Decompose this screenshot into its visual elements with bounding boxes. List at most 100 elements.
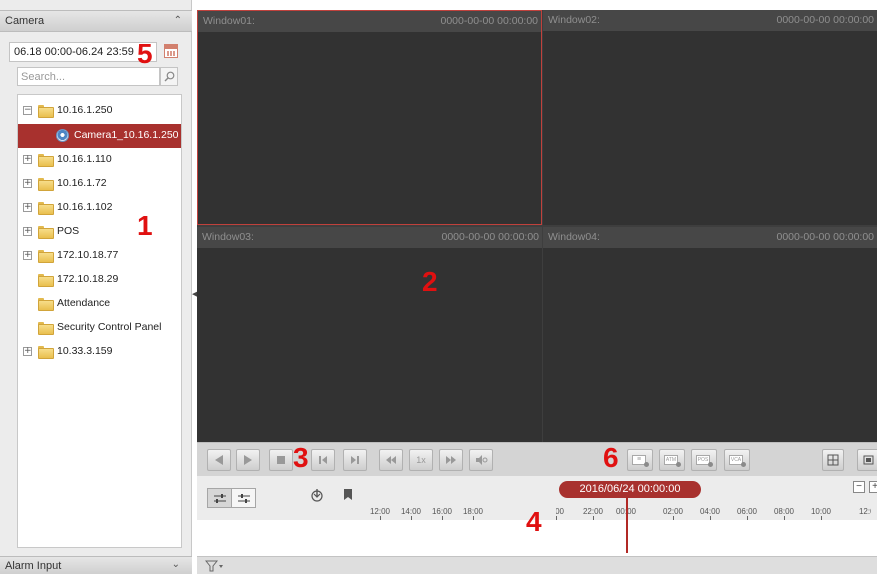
fast-forward-icon	[446, 456, 456, 464]
window-timestamp: 0000-00-00 00:00:00	[776, 231, 875, 243]
play-icon	[244, 455, 252, 465]
expand-toggle[interactable]: +	[23, 203, 32, 212]
timeline-tick-label: 08:00	[773, 507, 795, 516]
timeline-tick-label: 12:00	[369, 507, 391, 516]
frame-back-icon	[319, 456, 327, 464]
slow-down-button[interactable]	[379, 449, 403, 471]
window-timestamp: 0000-00-00 00:00:00	[440, 15, 539, 27]
frame-forward-button[interactable]	[343, 449, 367, 471]
timeline-tick-label: 14:00	[400, 507, 422, 516]
tree-node-10-16-1-110[interactable]: + 10.16.1.110	[18, 148, 181, 172]
video-window-1[interactable]: Window01: 0000-00-00 00:00:00	[197, 10, 542, 225]
search-button[interactable]	[160, 67, 178, 86]
window-layout-button[interactable]	[822, 449, 844, 471]
play-button[interactable]	[236, 449, 260, 471]
folder-icon	[38, 250, 54, 263]
volume-button[interactable]	[469, 449, 493, 471]
filter-icon[interactable]	[205, 560, 225, 572]
date-range-field[interactable]: 06.18 00:00-06.24 23:59	[9, 42, 157, 62]
tree-node-label: Security Control Panel	[57, 321, 162, 333]
timeline-tick-label: 20:00	[543, 507, 565, 516]
timeline-tick-label: 02:00	[662, 507, 684, 516]
timeline-tick-label: 06:00	[736, 507, 758, 516]
timeline-cursor[interactable]	[626, 498, 628, 553]
video-window-3[interactable]: Window03: 0000-00-00 00:00:00	[197, 227, 542, 442]
timeline-tick-label: 12:00	[858, 507, 877, 516]
current-datetime-badge: 2016/06/24 00:00:00	[559, 481, 701, 498]
download-icon[interactable]	[310, 488, 324, 502]
tree-node-security-control-panel[interactable]: Security Control Panel	[18, 316, 181, 340]
tree-node-172-10-18-77[interactable]: + 172.10.18.77	[18, 244, 181, 268]
tree-node-label: Camera1_10.16.1.250	[74, 129, 179, 141]
zoom-out-button[interactable]: −	[853, 481, 865, 493]
chevron-down-icon[interactable]: ⌄	[172, 559, 180, 570]
chevron-up-icon[interactable]: ⌃	[174, 15, 182, 26]
timeline-tick-label: 18:00	[462, 507, 484, 516]
sliders-icon	[214, 494, 226, 503]
expand-toggle[interactable]: +	[23, 155, 32, 164]
record-list-button[interactable]: ≡	[627, 449, 653, 471]
expand-toggle[interactable]: +	[23, 347, 32, 356]
speed-up-button[interactable]	[439, 449, 463, 471]
expand-toggle[interactable]: +	[23, 179, 32, 188]
zoom-in-button[interactable]: +	[869, 481, 877, 493]
folder-icon	[38, 105, 54, 118]
timeline-tick-label: 22:00	[582, 507, 604, 516]
window-name: Window02:	[548, 14, 600, 26]
video-window-2[interactable]: Window02: 0000-00-00 00:00:00	[543, 10, 877, 225]
stop-button[interactable]	[269, 449, 293, 471]
window-name: Window01:	[203, 15, 255, 27]
video-window-4[interactable]: Window04: 0000-00-00 00:00:00	[543, 227, 877, 442]
grid-layout-icon	[827, 454, 839, 466]
folder-icon	[38, 346, 54, 359]
fullscreen-button[interactable]	[857, 449, 877, 471]
reverse-play-icon	[215, 455, 223, 465]
timeline-mode-button-2[interactable]	[231, 488, 256, 508]
folder-icon	[38, 226, 54, 239]
collapse-toggle[interactable]: −	[23, 106, 32, 115]
window-name: Window04:	[548, 231, 600, 243]
timeline-mode-button-1[interactable]	[207, 488, 232, 508]
tree-node-10-33-3-159[interactable]: + 10.33.3.159	[18, 340, 181, 364]
window-header: Window03: 0000-00-00 00:00:00	[197, 227, 542, 248]
expand-toggle[interactable]: +	[23, 251, 32, 260]
atm-button[interactable]: ATM	[659, 449, 685, 471]
tree-node-label: 10.16.1.110	[57, 153, 112, 165]
volume-icon	[476, 455, 488, 465]
video-grid: Window01: 0000-00-00 00:00:00 Window02: …	[197, 10, 877, 442]
tree-node-10-16-1-250[interactable]: − 10.16.1.250	[18, 99, 181, 123]
tree-node-10-16-1-102[interactable]: + 10.16.1.102	[18, 196, 181, 220]
speed-label: 1x	[416, 455, 426, 465]
camera-panel: Camera ⌃ 06.18 00:00-06.24 23:59 − 10.16…	[0, 0, 192, 574]
tree-node-camera1[interactable]: Camera1_10.16.1.250	[18, 124, 181, 148]
tree-node-label: POS	[57, 225, 80, 237]
window-timestamp: 0000-00-00 00:00:00	[441, 231, 540, 243]
tree-node-label: 10.16.1.250	[57, 104, 113, 116]
search-icon	[164, 71, 175, 82]
speed-indicator: 1x	[409, 449, 433, 471]
bookmark-icon[interactable]	[343, 489, 353, 501]
folder-icon	[38, 202, 54, 215]
alarm-input-title: Alarm Input	[5, 560, 62, 572]
search-input[interactable]	[17, 67, 160, 86]
tree-node-pos[interactable]: + POS	[18, 220, 181, 244]
calendar-icon[interactable]	[164, 44, 178, 58]
tree-node-label: 172.10.18.77	[57, 249, 119, 261]
window-header: Window02: 0000-00-00 00:00:00	[543, 10, 877, 31]
folder-icon	[38, 322, 54, 335]
timeline-tick-label: 16:00	[431, 507, 453, 516]
reverse-play-button[interactable]	[207, 449, 231, 471]
folder-icon	[38, 178, 54, 191]
annotation-label-2: 2	[422, 266, 438, 297]
pos-button[interactable]: POS	[691, 449, 717, 471]
expand-toggle[interactable]: +	[23, 227, 32, 236]
rewind-icon	[386, 456, 396, 464]
frame-back-button[interactable]	[311, 449, 335, 471]
camera-panel-header[interactable]: Camera ⌃	[0, 10, 192, 32]
tree-node-attendance[interactable]: Attendance	[18, 292, 181, 316]
tree-node-10-16-1-72[interactable]: + 10.16.1.72	[18, 172, 181, 196]
tree-node-172-10-18-29[interactable]: 172.10.18.29	[18, 268, 181, 292]
fullscreen-icon	[863, 455, 874, 465]
vca-button[interactable]: VCA	[724, 449, 750, 471]
alarm-input-header[interactable]: Alarm Input ⌄	[0, 556, 192, 574]
